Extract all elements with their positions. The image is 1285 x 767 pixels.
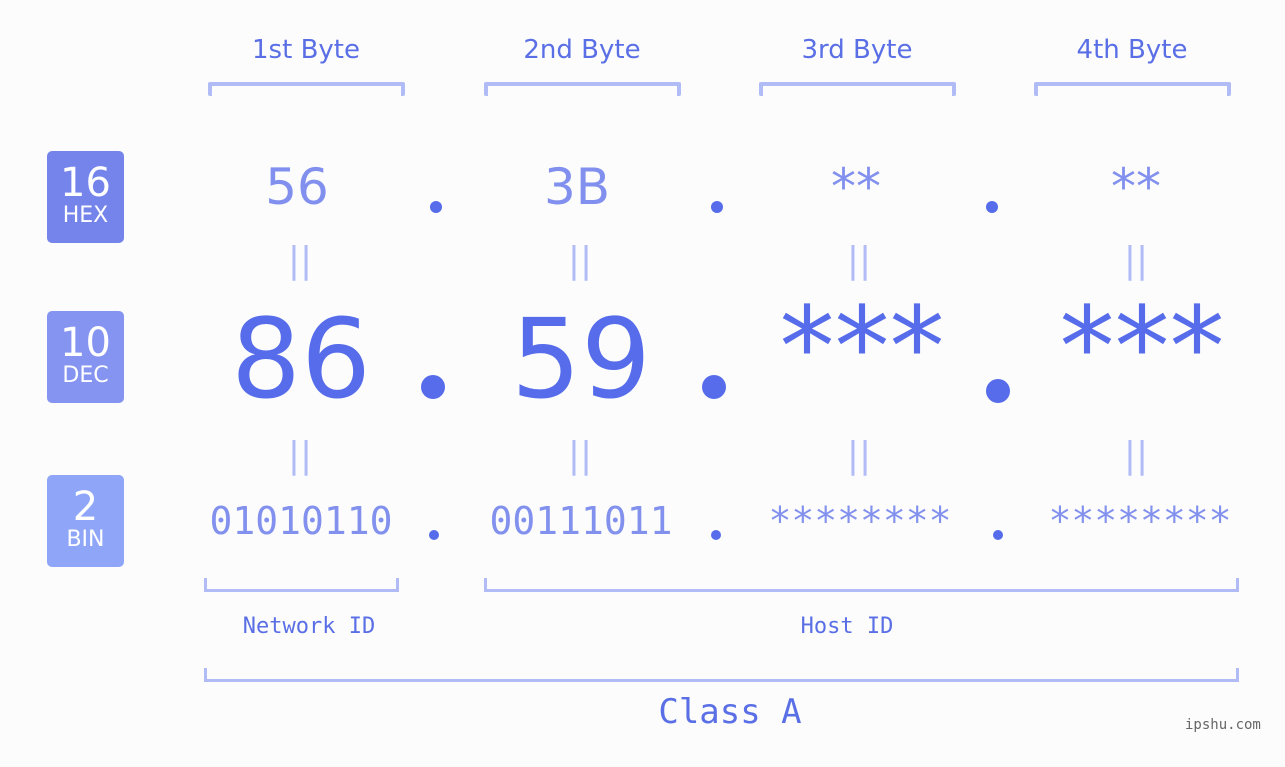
equals-sign: || xyxy=(287,240,313,281)
bin-base-number: 2 xyxy=(72,484,99,530)
bin-separator-dot xyxy=(993,530,1003,540)
byte-bracket-4 xyxy=(1034,82,1231,96)
hex-byte-4: ** xyxy=(1111,158,1161,216)
dec-separator-dot xyxy=(702,375,726,399)
bin-byte-3: ******** xyxy=(768,499,952,543)
hex-byte-2: 3B xyxy=(543,158,611,216)
byte-header-4: 4th Byte xyxy=(1076,35,1188,65)
equals-sign: || xyxy=(1123,435,1149,476)
byte-header-2: 2nd Byte xyxy=(523,35,641,65)
dec-separator-dot xyxy=(986,379,1010,403)
bin-badge: 2 BIN xyxy=(47,475,124,567)
bin-base-label: BIN xyxy=(66,527,105,552)
hex-separator-dot xyxy=(430,201,442,213)
bin-separator-dot xyxy=(429,530,439,540)
equals-sign: || xyxy=(567,240,593,281)
bin-byte-1: 01010110 xyxy=(209,499,393,543)
dec-byte-1: 86 xyxy=(231,295,371,423)
dec-byte-3: *** xyxy=(779,283,945,411)
equals-sign: || xyxy=(846,435,872,476)
brand-watermark: ipshu.com xyxy=(1185,717,1261,733)
byte-bracket-3 xyxy=(759,82,956,96)
equals-sign: || xyxy=(1123,240,1149,281)
byte-bracket-2 xyxy=(484,82,681,96)
dec-byte-4: *** xyxy=(1059,283,1225,411)
hex-base-label: HEX xyxy=(62,203,109,228)
hex-badge: 16 HEX xyxy=(47,151,124,243)
bin-byte-4: ******** xyxy=(1048,499,1232,543)
hex-separator-dot xyxy=(711,201,723,213)
equals-sign: || xyxy=(567,435,593,476)
host-id-label: Host ID xyxy=(800,614,894,639)
hex-separator-dot xyxy=(986,201,998,213)
hex-byte-3: ** xyxy=(831,158,881,216)
class-label: Class A xyxy=(658,692,802,732)
dec-base-label: DEC xyxy=(62,363,109,388)
equals-sign: || xyxy=(287,435,313,476)
byte-header-1: 1st Byte xyxy=(252,35,360,65)
hex-byte-1: 56 xyxy=(265,158,329,216)
class-bracket xyxy=(204,668,1239,682)
dec-byte-2: 59 xyxy=(511,295,651,423)
hex-base-number: 16 xyxy=(60,160,111,206)
dec-base-number: 10 xyxy=(60,320,111,366)
dec-badge: 10 DEC xyxy=(47,311,124,403)
byte-bracket-1 xyxy=(208,82,405,96)
bin-separator-dot xyxy=(711,530,721,540)
network-id-bracket xyxy=(204,578,399,592)
dec-separator-dot xyxy=(421,375,445,399)
network-id-label: Network ID xyxy=(242,614,376,639)
equals-sign: || xyxy=(846,240,872,281)
byte-header-3: 3rd Byte xyxy=(801,35,913,65)
host-id-bracket xyxy=(484,578,1239,592)
bin-byte-2: 00111011 xyxy=(489,499,673,543)
